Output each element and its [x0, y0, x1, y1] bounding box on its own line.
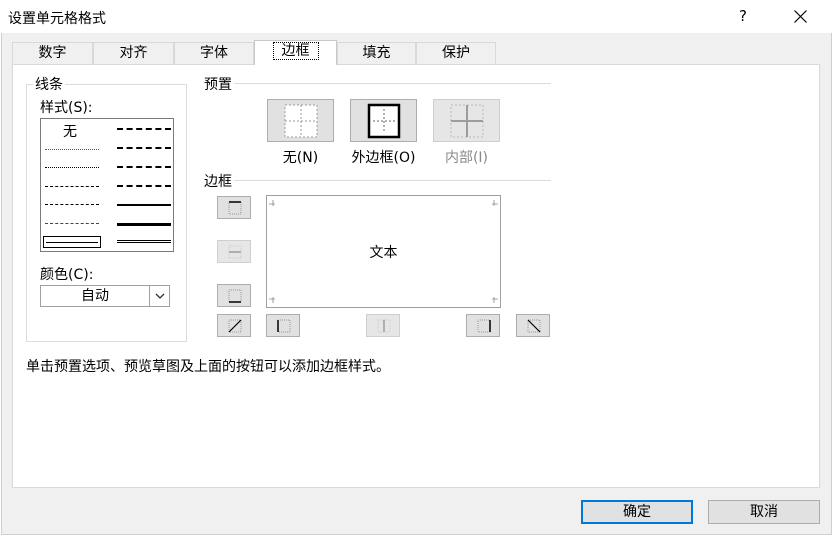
cancel-button[interactable]: 取消: [708, 500, 820, 524]
border-diagonal-up-button[interactable]: [217, 314, 251, 337]
line-style-none[interactable]: 无: [63, 121, 77, 141]
preset-none-label: 无(N): [282, 150, 319, 166]
preset-inside-label: 内部(I): [444, 150, 489, 166]
color-label: 颜色(C):: [40, 267, 94, 283]
diagonal-up-icon: [228, 319, 242, 333]
border-bottom-button[interactable]: [217, 284, 251, 307]
close-button[interactable]: [782, 0, 818, 33]
border-group-label: 边框: [202, 171, 234, 191]
title-bar: [0, 0, 833, 33]
line-group-label: 线条: [33, 74, 65, 94]
line-style-medium[interactable]: [117, 204, 171, 206]
tab-label: 填充: [362, 45, 391, 61]
line-style-thick[interactable]: [117, 223, 171, 226]
line-style-dotted[interactable]: [45, 167, 99, 168]
border-right-icon: [477, 319, 491, 333]
border-bottom-icon: [228, 289, 242, 303]
tab-font[interactable]: 字体: [174, 42, 254, 64]
outline-border-icon: [367, 103, 401, 139]
line-style-list[interactable]: 无: [40, 118, 174, 252]
border-inside-horizontal-button[interactable]: [217, 240, 251, 263]
no-border-icon: [284, 104, 318, 138]
help-button[interactable]: ?: [726, 0, 760, 33]
presets-divider: [234, 83, 551, 84]
preset-outline-button[interactable]: [350, 99, 417, 142]
line-style-slant-dash-dot[interactable]: [117, 147, 171, 149]
color-dropdown-value: 自动: [81, 288, 109, 304]
line-style-thin[interactable]: [43, 236, 101, 248]
tab-number[interactable]: 数字: [12, 42, 93, 64]
color-dropdown[interactable]: 自动: [40, 285, 170, 307]
style-label: 样式(S):: [40, 100, 93, 116]
line-style-medium-dash-dot-dot[interactable]: [117, 128, 171, 130]
line-style-medium-dash-dot[interactable]: [117, 166, 171, 168]
border-inside-vertical-button[interactable]: [366, 314, 400, 337]
tab-label: 字体: [200, 45, 228, 61]
tab-fill[interactable]: 填充: [337, 42, 416, 64]
border-top-icon: [228, 201, 242, 215]
border-preview[interactable]: 文本: [266, 195, 501, 308]
line-style-dashed[interactable]: [45, 223, 99, 224]
line-style-dash-dot-dot[interactable]: [45, 186, 99, 187]
tab-label: 边框: [272, 42, 319, 60]
border-inside-horizontal-icon: [228, 245, 242, 259]
tab-protection[interactable]: 保护: [416, 42, 496, 64]
preview-text: 文本: [369, 245, 398, 261]
hint-text: 单击预置选项、预览草图及上面的按钮可以添加边框样式。: [26, 359, 390, 375]
border-left-button[interactable]: [266, 314, 300, 337]
tab-border[interactable]: 边框: [254, 40, 337, 65]
border-top-button[interactable]: [217, 196, 251, 219]
presets-group-label: 预置: [202, 74, 234, 94]
border-diagonal-down-button[interactable]: [516, 314, 550, 337]
line-style-double[interactable]: [117, 240, 171, 243]
preset-outline-label: 外边框(O): [351, 150, 416, 166]
border-inside-vertical-icon: [377, 319, 391, 333]
tab-label: 保护: [442, 45, 470, 61]
tab-label: 数字: [38, 45, 67, 61]
border-right-button[interactable]: [466, 314, 500, 337]
inside-border-icon: [450, 104, 484, 138]
diagonal-down-icon: [527, 319, 541, 333]
line-style-hair[interactable]: [45, 149, 99, 150]
preset-inside-button[interactable]: [433, 99, 500, 142]
preset-none-button[interactable]: [267, 99, 334, 142]
tab-alignment[interactable]: 对齐: [93, 42, 174, 64]
border-divider: [234, 180, 551, 181]
line-style-medium-dashed[interactable]: [117, 185, 171, 187]
dialog-title: 设置单元格格式: [8, 11, 106, 27]
chevron-down-icon[interactable]: [149, 286, 169, 306]
border-left-icon: [277, 319, 291, 333]
close-icon: [793, 10, 807, 23]
ok-button[interactable]: 确定: [581, 500, 693, 524]
tab-label: 对齐: [119, 45, 148, 61]
line-style-dash-dot[interactable]: [45, 204, 99, 205]
